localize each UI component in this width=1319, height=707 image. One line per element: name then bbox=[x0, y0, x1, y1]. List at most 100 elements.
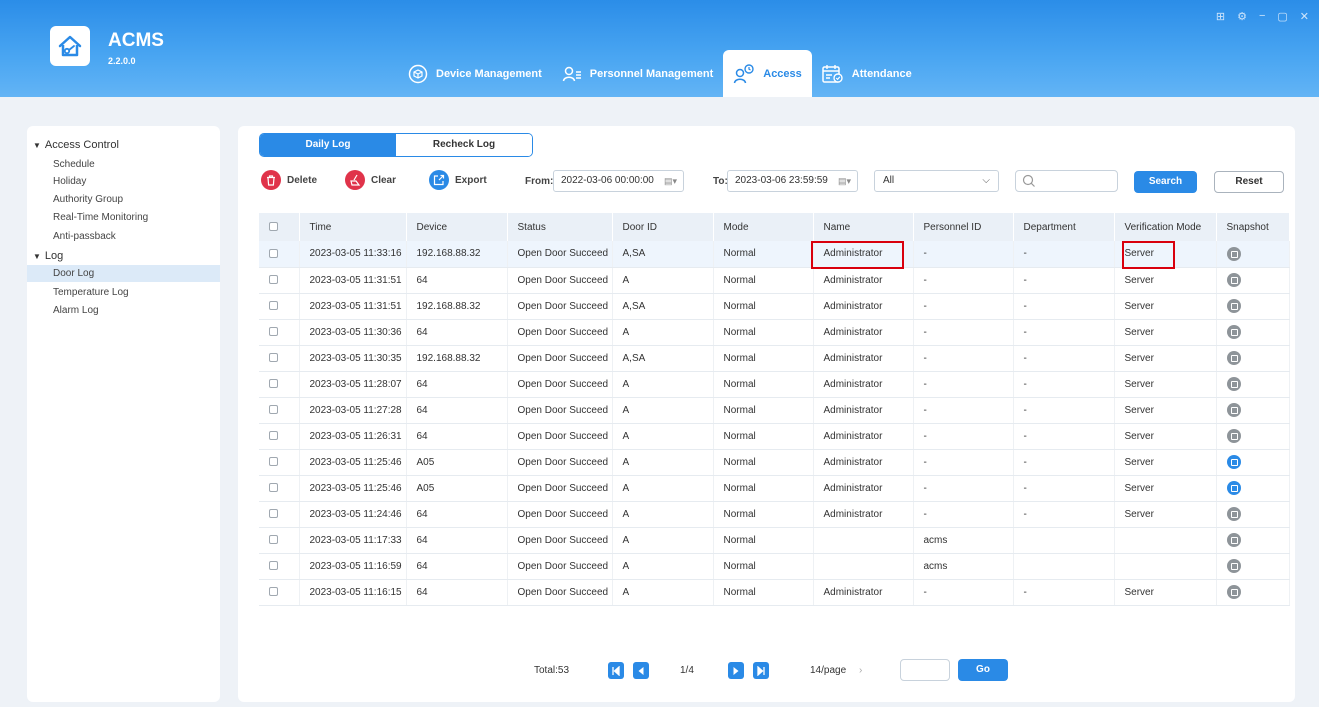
close-icon[interactable]: ✕ bbox=[1300, 10, 1309, 23]
tab-access[interactable]: Access bbox=[723, 50, 812, 97]
checkbox[interactable] bbox=[269, 222, 278, 232]
settings-icon[interactable]: ⚙ bbox=[1237, 10, 1247, 23]
table-row[interactable]: 2023-03-05 11:33:16 192.168.88.32 Open Doo… bbox=[259, 241, 1290, 268]
checkbox[interactable] bbox=[269, 483, 278, 493]
sidebar-group-access-control[interactable]: ▼ Access Control bbox=[33, 139, 119, 151]
reset-button[interactable]: Reset bbox=[1214, 171, 1284, 193]
clear-button[interactable]: Clear bbox=[345, 170, 396, 190]
checkbox[interactable] bbox=[269, 379, 278, 389]
tab-daily-log[interactable]: Daily Log bbox=[260, 134, 396, 156]
checkbox[interactable] bbox=[269, 405, 278, 415]
tab-device-management[interactable]: Device Management bbox=[398, 50, 552, 97]
checkbox[interactable] bbox=[269, 587, 278, 597]
checkbox[interactable] bbox=[269, 535, 278, 545]
table-row[interactable]: 2023-03-05 11:26:31 64 Open Door Succeed A N… bbox=[259, 423, 1290, 450]
sidebar-item-anti-passback[interactable]: Anti-passback bbox=[27, 228, 220, 245]
snapshot-icon[interactable] bbox=[1226, 403, 1241, 417]
header-verification-mode[interactable]: Verification Mode bbox=[1114, 213, 1217, 241]
tab-attendance[interactable]: Attendance bbox=[812, 50, 922, 97]
checkbox[interactable] bbox=[269, 353, 278, 363]
checkbox[interactable] bbox=[269, 301, 278, 311]
cell-name: Administrator bbox=[813, 397, 914, 424]
next-page-button[interactable] bbox=[728, 662, 744, 679]
snapshot-icon[interactable] bbox=[1226, 559, 1241, 573]
checkbox[interactable] bbox=[269, 249, 278, 259]
sidebar-item-holiday[interactable]: Holiday bbox=[27, 173, 220, 190]
table-row[interactable]: 2023-03-05 11:25:46 A05 Open Door Succeed A… bbox=[259, 475, 1290, 502]
sidebar-group-log[interactable]: ▼ Log bbox=[33, 250, 63, 262]
sidebar-item-authority-group[interactable]: Authority Group bbox=[27, 191, 220, 208]
sidebar-item-alarm-log[interactable]: Alarm Log bbox=[27, 302, 220, 319]
sidebar-item-schedule[interactable]: Schedule bbox=[27, 156, 220, 173]
table-row[interactable]: 2023-03-05 11:30:36 64 Open Door Succeed A N… bbox=[259, 319, 1290, 346]
search-button[interactable]: Search bbox=[1134, 171, 1197, 193]
to-date-field[interactable]: 2023-03-06 23:59:59 ▤▾ bbox=[727, 170, 858, 192]
table-row[interactable]: 2023-03-05 11:28:07 64 Open Door Succeed A N… bbox=[259, 371, 1290, 398]
per-page-select[interactable]: 14/page › bbox=[810, 665, 862, 676]
checkbox[interactable] bbox=[269, 327, 278, 337]
table-row[interactable]: 2023-03-05 11:31:51 192.168.88.32 Open Doo… bbox=[259, 293, 1290, 320]
header-time[interactable]: Time bbox=[299, 213, 407, 241]
table-row[interactable]: 2023-03-05 11:31:51 64 Open Door Succeed A N… bbox=[259, 267, 1290, 294]
search-input[interactable] bbox=[1015, 170, 1118, 192]
snapshot-icon[interactable] bbox=[1226, 325, 1241, 339]
checkbox[interactable] bbox=[269, 457, 278, 467]
header-status[interactable]: Status bbox=[507, 213, 613, 241]
go-button[interactable]: Go bbox=[958, 659, 1008, 681]
checkbox[interactable] bbox=[269, 561, 278, 571]
delete-button[interactable]: Delete bbox=[261, 170, 317, 190]
snapshot-icon[interactable] bbox=[1226, 481, 1241, 495]
row-select-cell bbox=[259, 267, 300, 294]
table-row[interactable]: 2023-03-05 11:17:33 64 Open Door Succeed A N… bbox=[259, 527, 1290, 554]
sidebar-item-real-time-monitoring[interactable]: Real-Time Monitoring bbox=[27, 209, 220, 226]
from-date-field[interactable]: 2022-03-06 00:00:00 ▤▾ bbox=[553, 170, 684, 192]
table-row[interactable]: 2023-03-05 11:27:28 64 Open Door Succeed A N… bbox=[259, 397, 1290, 424]
filter-select[interactable]: All ⌵ bbox=[874, 170, 999, 192]
header-name[interactable]: Name bbox=[813, 213, 914, 241]
prev-page-button[interactable] bbox=[633, 662, 649, 679]
app-header: ACMS 2.2.0.0 ⊞ ⚙ − ▢ ✕ Device Management… bbox=[0, 0, 1319, 97]
header-snapshot[interactable]: Snapshot bbox=[1216, 213, 1290, 241]
export-button[interactable]: Export bbox=[429, 170, 487, 190]
checkbox[interactable] bbox=[269, 275, 278, 285]
snapshot-icon[interactable] bbox=[1226, 533, 1241, 547]
table-row[interactable]: 2023-03-05 11:16:59 64 Open Door Succeed A N… bbox=[259, 553, 1290, 580]
tab-personnel-management[interactable]: Personnel Management bbox=[552, 50, 723, 97]
per-page-value: 14/page bbox=[810, 665, 847, 676]
table-row[interactable]: 2023-03-05 11:25:46 A05 Open Door Succeed A… bbox=[259, 449, 1290, 476]
cell-time: 2023-03-05 11:31:51 bbox=[299, 267, 407, 294]
table-row[interactable]: 2023-03-05 11:24:46 64 Open Door Succeed A N… bbox=[259, 501, 1290, 528]
minimize-icon[interactable]: − bbox=[1259, 10, 1265, 23]
cell-snapshot bbox=[1216, 579, 1290, 606]
tab-recheck-log[interactable]: Recheck Log bbox=[396, 134, 532, 156]
window-menu-icon[interactable]: ⊞ bbox=[1216, 10, 1225, 23]
header-device[interactable]: Device bbox=[406, 213, 508, 241]
snapshot-icon[interactable] bbox=[1226, 507, 1241, 521]
snapshot-icon[interactable] bbox=[1226, 585, 1241, 599]
table-row[interactable]: 2023-03-05 11:30:35 192.168.88.32 Open Doo… bbox=[259, 345, 1290, 372]
snapshot-icon[interactable] bbox=[1226, 351, 1241, 365]
table-row[interactable]: 2023-03-05 11:16:15 64 Open Door Succeed A N… bbox=[259, 579, 1290, 606]
sidebar-item-door-log[interactable]: Door Log bbox=[27, 265, 220, 282]
snapshot-icon[interactable] bbox=[1226, 246, 1241, 261]
header-personnel-id[interactable]: Personnel ID bbox=[913, 213, 1014, 241]
checkbox[interactable] bbox=[269, 509, 278, 519]
snapshot-icon[interactable] bbox=[1226, 377, 1241, 391]
header-select-all[interactable] bbox=[259, 213, 300, 241]
snapshot-icon[interactable] bbox=[1226, 429, 1241, 443]
snapshot-icon[interactable] bbox=[1226, 273, 1241, 287]
snapshot-icon[interactable] bbox=[1226, 299, 1241, 313]
checkbox[interactable] bbox=[269, 431, 278, 441]
header-department[interactable]: Department bbox=[1013, 213, 1115, 241]
cell-status: Open Door Succeed bbox=[507, 397, 613, 424]
last-page-button[interactable] bbox=[753, 662, 769, 679]
snapshot-icon[interactable] bbox=[1226, 455, 1241, 469]
sidebar-item-temperature-log[interactable]: Temperature Log bbox=[27, 284, 220, 301]
cell-name: Administrator bbox=[813, 371, 914, 398]
page-jump-input[interactable] bbox=[900, 659, 950, 681]
maximize-icon[interactable]: ▢ bbox=[1277, 10, 1287, 23]
header-mode[interactable]: Mode bbox=[713, 213, 814, 241]
first-page-button[interactable] bbox=[608, 662, 624, 679]
cell-door-id: A bbox=[612, 527, 714, 554]
header-door-id[interactable]: Door ID bbox=[612, 213, 714, 241]
